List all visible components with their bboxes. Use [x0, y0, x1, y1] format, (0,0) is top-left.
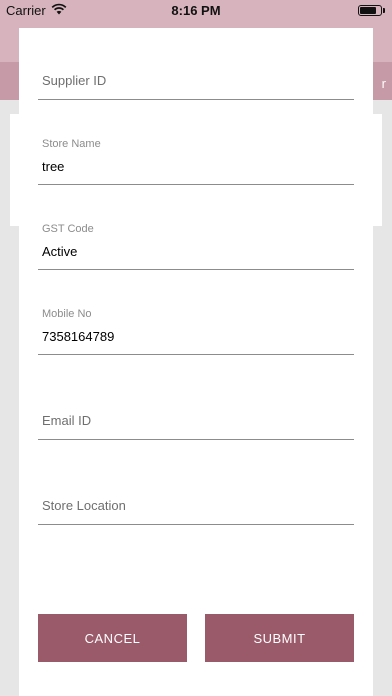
gst-code-value: Active: [42, 244, 78, 259]
mobile-no-label: Mobile No: [42, 308, 92, 320]
battery-icon: [358, 4, 385, 16]
store-name-label: Store Name: [42, 138, 101, 150]
store-name-value: tree: [42, 159, 65, 174]
submit-button[interactable]: SUBMIT: [205, 614, 354, 662]
cancel-button[interactable]: CANCEL: [38, 614, 187, 662]
store-location-field[interactable]: Store Location: [38, 453, 354, 525]
background-header-text: r: [381, 76, 386, 91]
status-bar: Carrier 8:16 PM: [0, 0, 392, 20]
gst-code-field[interactable]: GST Code Active: [38, 198, 354, 270]
email-id-placeholder: Email ID: [42, 413, 92, 428]
supplier-id-placeholder: Supplier ID: [42, 73, 107, 88]
supplier-form-dialog: Supplier ID Store Name tree GST Code Act…: [19, 28, 373, 696]
supplier-id-field[interactable]: Supplier ID: [38, 28, 354, 100]
email-id-field[interactable]: Email ID: [38, 368, 354, 440]
mobile-no-field[interactable]: Mobile No 7358164789: [38, 283, 354, 355]
store-name-field[interactable]: Store Name tree: [38, 113, 354, 185]
clock: 8:16 PM: [171, 2, 221, 18]
store-location-placeholder: Store Location: [42, 498, 126, 513]
gst-code-label: GST Code: [42, 223, 94, 235]
mobile-no-value: 7358164789: [42, 329, 115, 344]
